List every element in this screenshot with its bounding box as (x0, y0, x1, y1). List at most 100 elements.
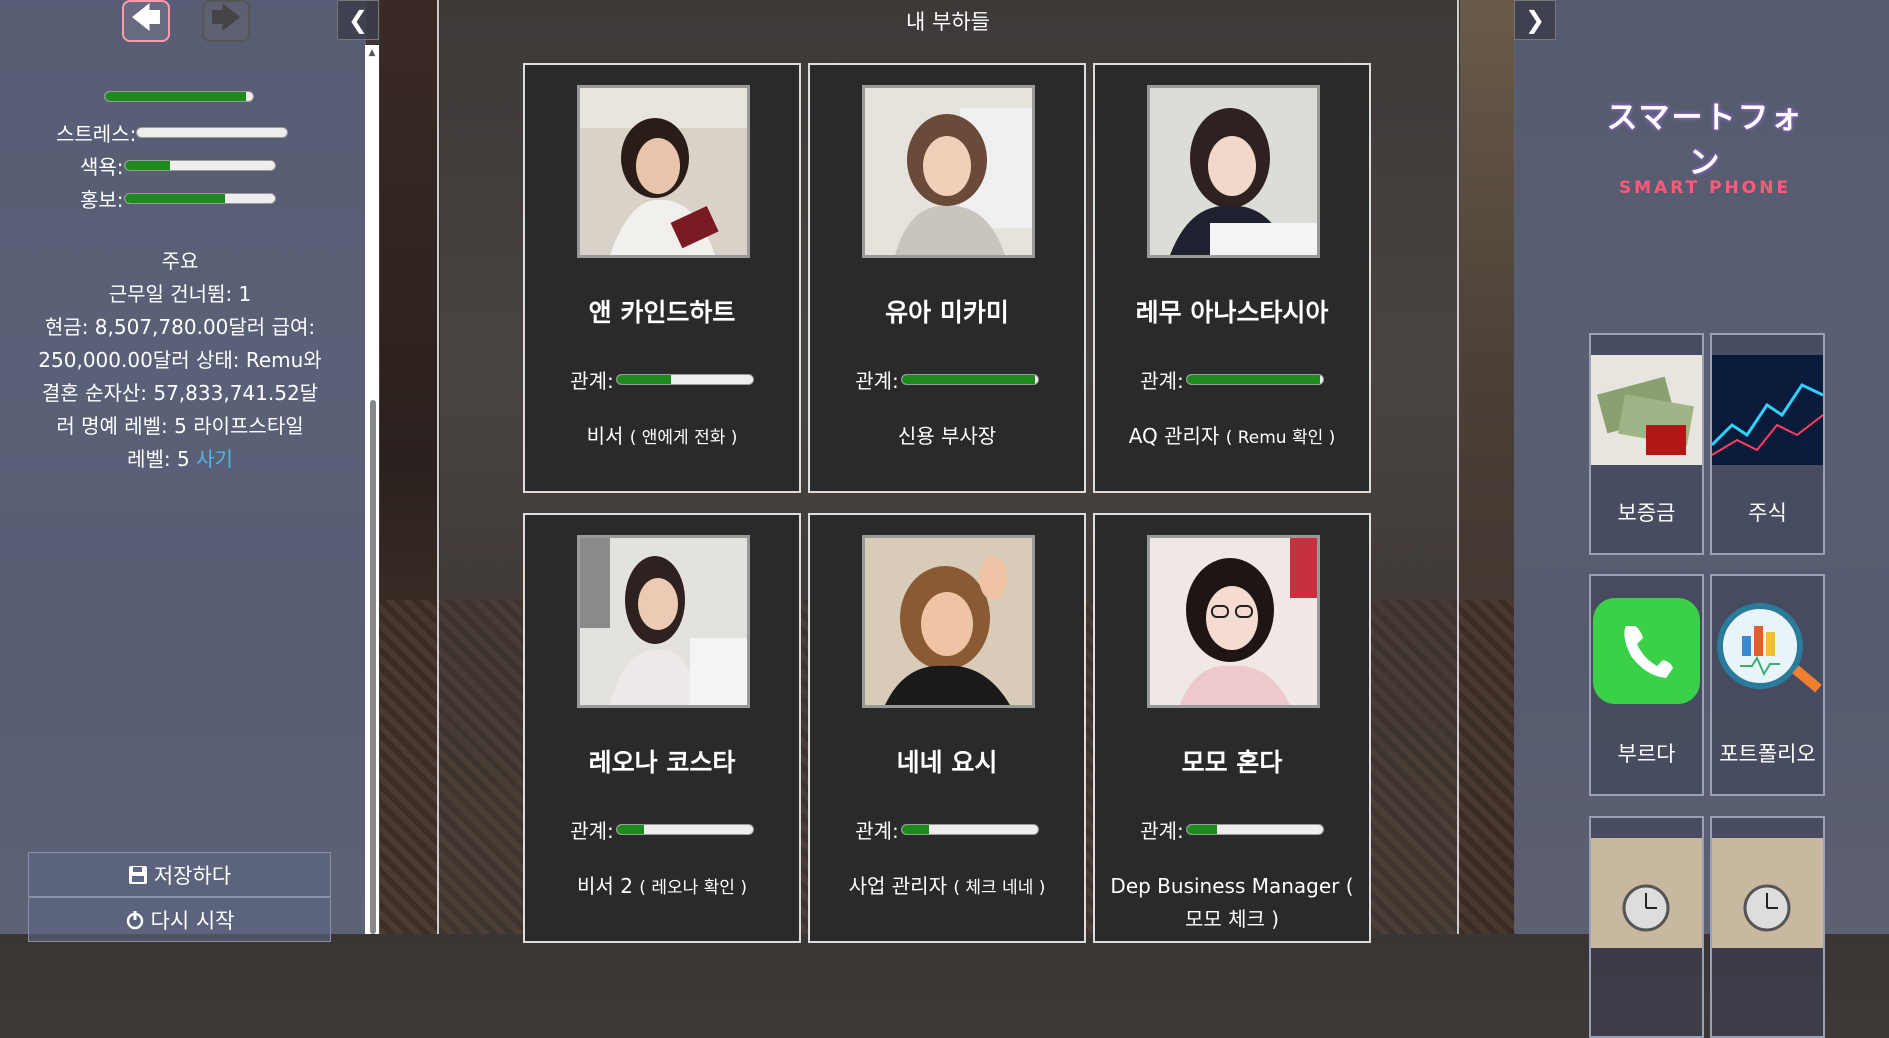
stat-bar (123, 193, 276, 204)
money-icon (1591, 355, 1702, 465)
stat-stress: 스트레스: (56, 118, 289, 147)
relationship-label: 관계: (855, 369, 899, 393)
logo-english: SMART PHONE (1618, 178, 1792, 198)
relationship-label: 관계: (1140, 369, 1184, 393)
stock-chart-icon (1712, 355, 1823, 465)
app-label: 포트폴리오 (1719, 742, 1816, 766)
stat-lust: 색욕: (80, 151, 276, 180)
arrow-left-icon: 🡄 (130, 0, 162, 36)
collapse-sidebar-button[interactable]: ❮ (337, 0, 379, 40)
portrait-image (1150, 538, 1317, 705)
portrait-image (580, 88, 747, 255)
subordinate-card[interactable]: 레오나 코스타 관계: 비서 2 ( 레오나 확인 ) (523, 513, 801, 943)
relationship-row: 관계: (1095, 815, 1369, 844)
app-label: 보증금 (1617, 501, 1676, 525)
subordinate-card[interactable]: 레무 아나스타시아 관계: AQ 관리자 ( Remu 확인 ) (1093, 63, 1371, 493)
subordinate-card[interactable]: 모모 혼다 관계: Dep Business Manager ( 모모 체크 ) (1093, 513, 1371, 943)
role-title: AQ 관리자 (1128, 424, 1220, 448)
subordinate-name: 레무 아나스타시아 (1135, 298, 1329, 327)
subordinate-name: 유아 미카미 (885, 298, 1009, 327)
info-line: 러 명예 레벨: 5 라이프스타일 (56, 414, 304, 438)
relationship-row: 관계: (1095, 365, 1369, 394)
save-button[interactable]: 저장하다 (28, 852, 331, 897)
stat-label: 홍보: (80, 188, 124, 212)
app-stocks[interactable]: 주식 (1710, 333, 1825, 555)
app-clock[interactable] (1589, 816, 1704, 1038)
back-button[interactable]: 🡄 (122, 0, 170, 42)
restart-label: 다시 시작 (150, 908, 235, 933)
portrait-photo (577, 85, 750, 258)
info-line: 현금: 8,507,780.00달러 급여: (44, 315, 316, 339)
role-link[interactable]: 비서 2 ( 레오나 확인 ) (525, 870, 799, 905)
portrait-image (1150, 88, 1317, 255)
restart-button[interactable]: 다시 시작 (28, 897, 331, 942)
role-title: 비서 2 (577, 874, 633, 898)
app-label: 부르다 (1617, 742, 1676, 766)
buy-link[interactable]: 사기 (196, 447, 233, 471)
app-portfolio[interactable]: 포트폴리오 (1710, 574, 1825, 796)
subordinate-card[interactable]: 네네 요시 관계: 사업 관리자 ( 체크 네네 ) (808, 513, 1086, 943)
left-sidebar: 🡄 🡆 스트레스: 색욕: 홍보: 주요 근무일 건너뜀: 1 현금: 8,50… (0, 0, 366, 942)
role-link[interactable]: 사업 관리자 ( 체크 네네 ) (810, 870, 1084, 905)
role-link[interactable]: Dep Business Manager ( 모모 체크 ) (1095, 870, 1369, 936)
relationship-row: 관계: (810, 365, 1084, 394)
scroll-up-arrow-icon[interactable]: ▲ (366, 48, 378, 58)
stat-bar (136, 127, 289, 138)
stat-label: 색욕: (80, 155, 124, 179)
energy-bar-fill (105, 92, 246, 101)
subordinate-name: 모모 혼다 (1181, 748, 1283, 777)
relationship-bar-fill (901, 375, 1036, 384)
subordinate-card[interactable]: 유아 미카미 관계: 신용 부사장 (808, 63, 1086, 493)
status-info: 주요 근무일 건너뜀: 1 현금: 8,507,780.00달러 급여: 250… (25, 245, 335, 476)
chevron-left-icon: ❮ (347, 6, 369, 34)
subordinate-name: 레오나 코스타 (588, 748, 736, 777)
app-call[interactable]: 부르다 (1589, 574, 1704, 796)
role-link[interactable]: 비서 ( 앤에게 전화 ) (525, 420, 799, 455)
role-action: ( Remu 확인 ) (1225, 428, 1336, 448)
role-title: Dep Business Manager ( 모모 체크 ) (1110, 874, 1354, 931)
save-label: 저장하다 (153, 863, 232, 888)
app-deposit[interactable]: 보증금 (1589, 333, 1704, 555)
role-action: ( 레오나 확인 ) (639, 878, 747, 898)
stat-promotion: 홍보: (80, 184, 276, 213)
stat-label: 스트레스: (56, 122, 137, 146)
relationship-label: 관계: (570, 819, 614, 843)
relationship-bar (1185, 824, 1324, 835)
relationship-bar-fill (1186, 375, 1321, 384)
app-label: 주식 (1748, 501, 1787, 525)
relationship-bar-fill (1186, 825, 1217, 834)
relationship-row: 관계: (525, 815, 799, 844)
forward-button[interactable]: 🡆 (202, 0, 250, 42)
floppy-disk-icon (128, 865, 147, 884)
clock-icon (1591, 838, 1702, 948)
phone-icon (1591, 596, 1702, 706)
role-action: ( 앤에게 전화 ) (629, 428, 738, 448)
relationship-bar-fill (901, 825, 929, 834)
portrait-photo (1147, 85, 1320, 258)
app-clock[interactable] (1710, 816, 1825, 1038)
role-link[interactable]: AQ 관리자 ( Remu 확인 ) (1095, 420, 1369, 455)
portrait-photo (862, 535, 1035, 708)
page-title: 내 부하들 (906, 10, 990, 34)
collapse-phone-button[interactable]: ❯ (1514, 0, 1556, 40)
chevron-right-icon: ❯ (1524, 6, 1546, 34)
relationship-label: 관계: (1140, 819, 1184, 843)
relationship-bar-fill (616, 375, 672, 384)
subordinate-card[interactable]: 앤 카인드하트 관계: 비서 ( 앤에게 전화 ) (523, 63, 801, 493)
relationship-bar (900, 374, 1039, 385)
portrait-photo (862, 85, 1035, 258)
subordinate-name: 네네 요시 (896, 748, 998, 777)
role-title: 사업 관리자 (848, 874, 947, 898)
relationship-bar (615, 824, 754, 835)
scrollbar-thumb[interactable] (370, 400, 376, 934)
relationship-bar (615, 374, 754, 385)
portrait-photo (577, 535, 750, 708)
relationship-row: 관계: (525, 365, 799, 394)
role-title: 비서 (586, 424, 624, 448)
relationship-bar (900, 824, 1039, 835)
stat-bar (123, 160, 276, 171)
info-line: 250,000.00달러 상태: Remu와 (38, 348, 322, 372)
portrait-photo (1147, 535, 1320, 708)
info-line: 레벨: 5 (127, 447, 197, 471)
relationship-label: 관계: (570, 369, 614, 393)
